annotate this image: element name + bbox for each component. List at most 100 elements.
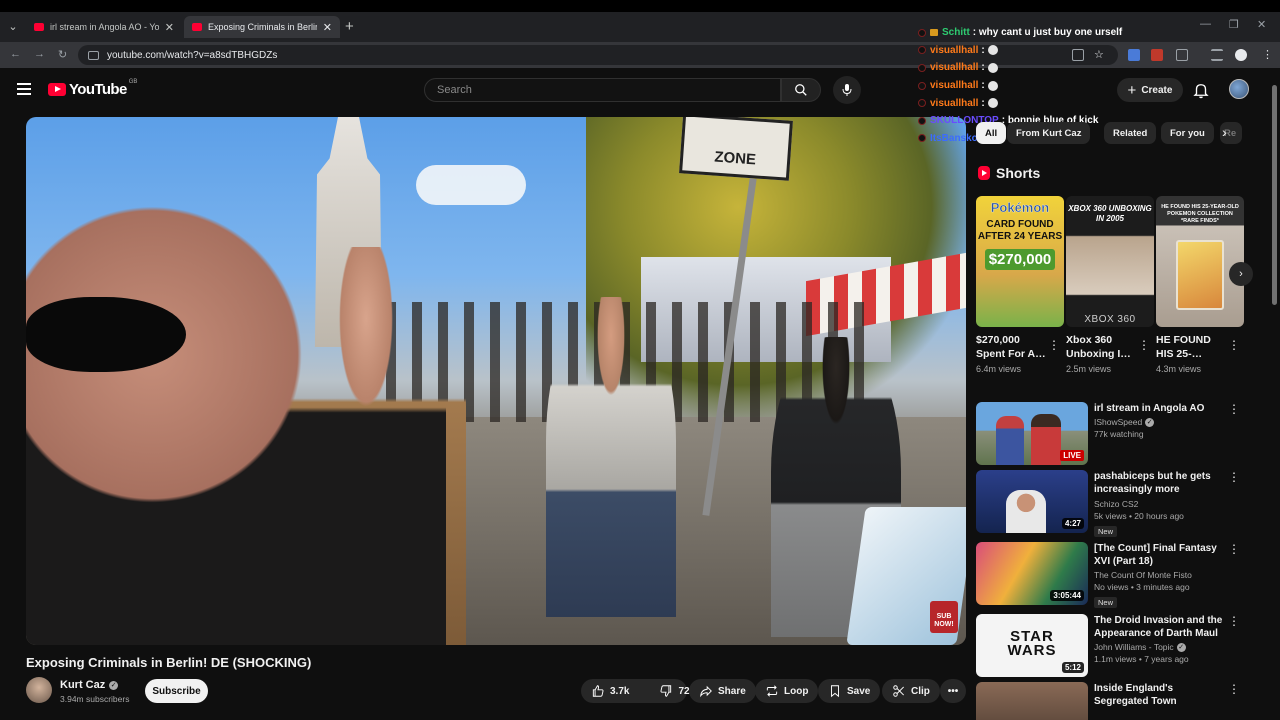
maximize-icon[interactable]: ❐ (1229, 18, 1239, 31)
recommendation-item[interactable]: LIVE irl stream in Angola AO IShowSpeed ✓… (976, 402, 1246, 466)
channel-row[interactable]: Schizo CS2 (1094, 499, 1224, 509)
short-item[interactable]: XBOX 360 UNBOXING IN 2005 XBOX 360 Xbox … (1066, 196, 1154, 374)
tab-exposing-criminals[interactable]: Exposing Criminals in Berlin! DE ✕ (184, 16, 340, 38)
search-input[interactable]: Search (424, 78, 781, 102)
more-vertical-icon[interactable]: ⋮ (1228, 542, 1240, 556)
loop-button[interactable]: Loop (755, 679, 819, 703)
url-text: youtube.com/watch?v=a8sdTBHGDZs (107, 49, 278, 61)
chip-related[interactable]: Related (1104, 122, 1157, 144)
like-button[interactable]: 3.7k (581, 679, 639, 703)
video-thumbnail[interactable]: LIVE (976, 402, 1088, 465)
channel-name[interactable]: The Count Of Monte Fisto (1094, 570, 1192, 580)
microphone-icon (842, 84, 852, 96)
video-title-link[interactable]: Inside England's Segregated Town (Blackb… (1094, 682, 1224, 709)
close-window-icon[interactable]: ✕ (1257, 18, 1266, 31)
loop-label: Loop (784, 685, 809, 697)
share-arrow-icon (700, 685, 712, 698)
channel-name-row[interactable]: Kurt Caz ✓ (60, 679, 119, 691)
channel-row[interactable]: IShowSpeed ✓ (1094, 417, 1224, 427)
browser-menu-icon[interactable]: ⋮ (1262, 48, 1273, 61)
close-tab-icon[interactable]: ✕ (323, 21, 332, 34)
bookmark-icon (831, 685, 839, 698)
more-vertical-icon[interactable]: ⋮ (1228, 470, 1240, 484)
video-title-link[interactable]: irl stream in Angola AO (1094, 402, 1224, 415)
short-item[interactable]: HE FOUND HIS 25-YEAR-OLD POKEMON COLLECT… (1156, 196, 1244, 374)
channel-row[interactable]: The Count Of Monte Fisto (1094, 570, 1224, 580)
short-title[interactable]: HE FOUND HIS 25-… (1156, 333, 1228, 361)
page-scrollbar[interactable] (1272, 85, 1277, 305)
notifications-bell-icon[interactable] (1192, 81, 1210, 99)
extensions-puzzle-icon[interactable] (1176, 49, 1188, 61)
video-meta: Inside England's Segregated Town (Blackb… (1094, 682, 1224, 709)
recommendation-item[interactable]: 4:27 pashabiceps but he gets increasingl… (976, 470, 1246, 537)
chat-message: visuallhall: (918, 94, 1158, 112)
more-vertical-icon[interactable]: ⋮ (1228, 338, 1240, 352)
channel-avatar[interactable] (26, 677, 52, 703)
clip-button[interactable]: Clip (882, 679, 940, 703)
video-thumbnail[interactable] (976, 682, 1088, 720)
channel-row[interactable]: John Williams - Topic ✓ (1094, 642, 1224, 652)
video-thumbnail[interactable]: STAR WARS 5:12 (976, 614, 1088, 677)
tab-title: Exposing Criminals in Berlin! DE (208, 22, 317, 32)
site-info-icon[interactable] (88, 50, 99, 60)
back-icon[interactable]: ← (10, 48, 21, 60)
more-vertical-icon[interactable]: ⋮ (1228, 614, 1240, 628)
minimize-icon[interactable]: — (1200, 18, 1211, 30)
channel-name[interactable]: Schizo CS2 (1094, 499, 1138, 509)
subscriber-count: 3.94m subscribers (60, 694, 130, 704)
profile-icon[interactable] (1235, 49, 1247, 61)
short-thumbnail[interactable]: HE FOUND HIS 25-YEAR-OLD POKEMON COLLECT… (1156, 196, 1244, 327)
short-thumbnail[interactable]: XBOX 360 UNBOXING IN 2005 XBOX 360 (1066, 196, 1154, 327)
chat-message: visuallhall: (918, 42, 1158, 60)
new-tab-button[interactable]: + (345, 18, 354, 35)
subscribe-button[interactable]: Subscribe (145, 679, 208, 703)
video-title-link[interactable]: pashabiceps but he gets increasingly mor… (1094, 470, 1224, 497)
subscribe-watermark[interactable]: SUB NOW! (930, 601, 958, 633)
video-thumbnail[interactable]: 4:27 (976, 470, 1088, 533)
save-button[interactable]: Save (818, 679, 881, 703)
thumbnail-text: HE FOUND HIS 25-YEAR-OLD POKEMON COLLECT… (1161, 204, 1239, 224)
video-meta: pashabiceps but he gets increasingly mor… (1094, 470, 1224, 539)
more-vertical-icon[interactable]: ⋮ (1228, 682, 1240, 696)
reload-icon[interactable]: ↻ (58, 48, 67, 61)
chip-for-you[interactable]: For you (1161, 122, 1214, 144)
video-stats: 5k views • 20 hours ago (1094, 511, 1184, 521)
short-title[interactable]: $270,000 Spent For A… (976, 333, 1048, 361)
chevron-right-icon[interactable]: › (1222, 124, 1227, 140)
tab-irl-stream[interactable]: irl stream in Angola AO - YouTube ✕ (26, 16, 182, 38)
short-thumbnail[interactable]: Pokémon CARD FOUND AFTER 24 YEARS $270,0… (976, 196, 1064, 327)
video-title-link[interactable]: [The Count] Final Fantasy XVI (Part 18) (1094, 542, 1224, 568)
share-button[interactable]: Share (689, 679, 756, 703)
chat-username: visuallhall (930, 44, 979, 56)
video-player[interactable]: ZONE SUB NOW! (26, 117, 966, 645)
shorts-next-button[interactable]: › (1229, 262, 1253, 286)
account-avatar[interactable] (1229, 79, 1249, 99)
voice-search-button[interactable] (833, 76, 861, 104)
more-vertical-icon[interactable]: ⋮ (1048, 338, 1060, 352)
video-title-link[interactable]: The Droid Invasion and the Appearance of… (1094, 614, 1224, 640)
channel-name[interactable]: John Williams - Topic (1094, 642, 1174, 652)
channel-name[interactable]: Kurt Caz (60, 679, 105, 691)
scene-sunglasses (26, 297, 186, 372)
chip-all[interactable]: All (976, 122, 1007, 144)
recommendation-item[interactable]: Inside England's Segregated Town (Blackb… (976, 682, 1246, 720)
more-vertical-icon[interactable]: ⋮ (1228, 402, 1240, 416)
short-title[interactable]: Xbox 360 Unboxing I… (1066, 333, 1138, 361)
search-button[interactable] (781, 78, 821, 102)
more-vertical-icon[interactable]: ⋮ (1138, 338, 1150, 352)
tab-search-icon[interactable]: ⌄ (5, 19, 21, 35)
forward-icon[interactable]: → (34, 48, 45, 60)
chip-from-kurt-caz[interactable]: From Kurt Caz (1007, 122, 1091, 144)
menu-icon[interactable] (17, 83, 31, 98)
youtube-favicon-icon (192, 23, 202, 31)
video-thumbnail[interactable]: 3:05:44 (976, 542, 1088, 605)
short-item[interactable]: Pokémon CARD FOUND AFTER 24 YEARS $270,0… (976, 196, 1064, 374)
channel-name[interactable]: IShowSpeed (1094, 417, 1142, 427)
reading-list-icon[interactable] (1211, 49, 1223, 61)
youtube-logo[interactable]: YouTube GB (48, 79, 137, 98)
more-actions-button[interactable]: ••• (940, 679, 966, 703)
recommendation-item[interactable]: STAR WARS 5:12 The Droid Invasion and th… (976, 614, 1246, 678)
more-horizontal-icon: ••• (947, 685, 959, 697)
close-tab-icon[interactable]: ✕ (165, 21, 174, 34)
recommendation-item[interactable]: 3:05:44 [The Count] Final Fantasy XVI (P… (976, 542, 1246, 608)
